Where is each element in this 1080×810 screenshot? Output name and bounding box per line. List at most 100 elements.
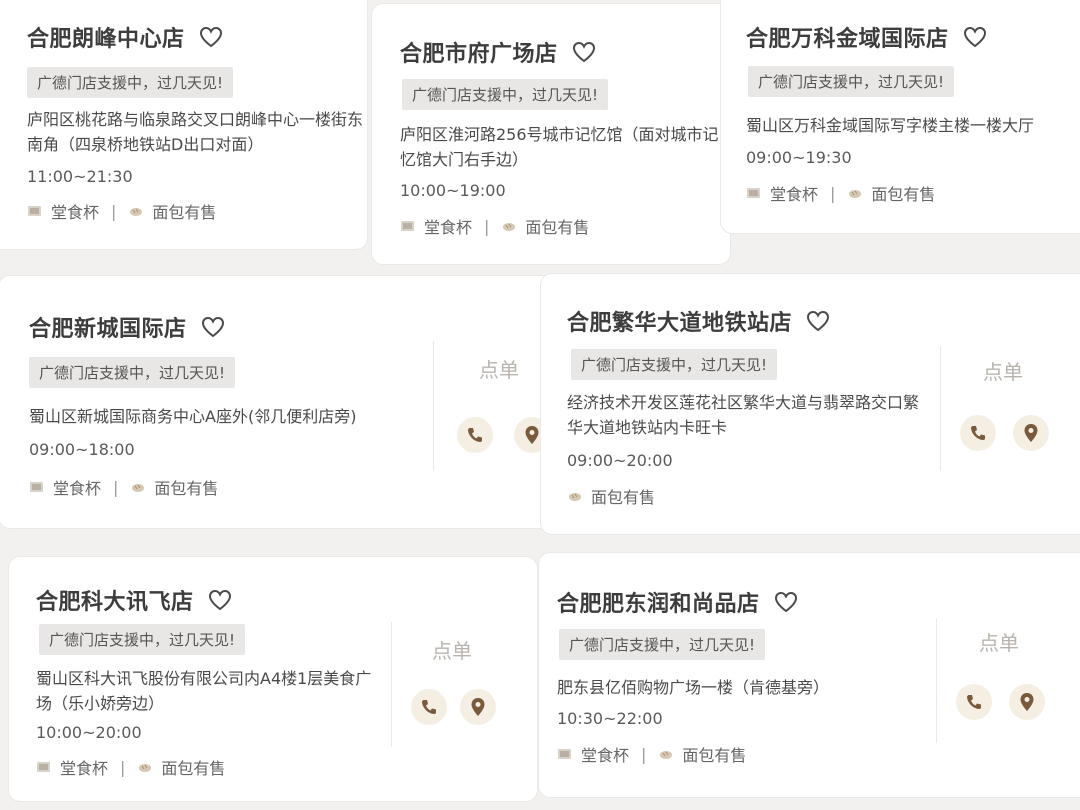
favorite-heart-icon[interactable] — [201, 316, 225, 338]
phone-icon — [422, 700, 436, 714]
store-name: 合肥市府广场店 — [400, 42, 558, 67]
store-address: 经济技术开发区莲花社区繁华大道与翡翠路交口繁华大道地铁站内卡旺卡 — [567, 393, 920, 437]
tag-separator: | — [830, 183, 836, 203]
tag-dine-label: 堂食杯 — [581, 746, 630, 765]
store-card[interactable]: 合肥市府广场店 广德门店支援中，过几天见! 庐阳区淮河路256号城市记忆馆（面对… — [371, 3, 731, 265]
location-pin-icon — [1020, 693, 1034, 711]
bread-icon — [503, 223, 516, 231]
notice-badge: 广德门店支援中，过几天见! — [559, 629, 766, 660]
bread-icon — [569, 493, 581, 501]
phone-icon — [468, 428, 482, 442]
cup-icon — [747, 188, 760, 198]
notice-badge: 广德门店支援中，过几天见! — [748, 66, 955, 97]
tag-bread: 面包有售 — [130, 475, 218, 499]
tag-dine-in: 堂食杯 — [36, 755, 108, 779]
bread-icon — [139, 764, 152, 772]
order-button[interactable]: 点单 — [432, 635, 472, 664]
store-card[interactable]: 合肥万科金域国际店 广德门店支援中，过几天见! 蜀山区万科金域国际写字楼主楼一楼… — [720, 0, 1080, 234]
order-button[interactable]: 点单 — [479, 354, 519, 383]
tag-bread: 面包有售 — [847, 181, 935, 205]
store-name: 合肥肥东润和尚品店 — [557, 592, 760, 617]
store-hours: 09:00~20:00 — [567, 451, 673, 470]
card-divider — [940, 346, 941, 471]
phone-button[interactable] — [457, 417, 493, 453]
store-address: 蜀山区新城国际商务中心A座外(邻几便利店旁) — [29, 407, 357, 426]
favorite-heart-icon[interactable] — [208, 589, 232, 611]
store-name: 合肥科大讯飞店 — [36, 590, 194, 615]
cup-icon — [30, 482, 43, 492]
favorite-heart-icon[interactable] — [572, 41, 596, 63]
order-button[interactable]: 点单 — [979, 627, 1019, 656]
tag-separator: | — [113, 477, 119, 497]
notice-badge: 广德门店支援中，过几天见! — [571, 349, 778, 380]
store-hours: 10:30~22:00 — [557, 709, 663, 728]
location-pin-icon — [525, 426, 539, 444]
store-name: 合肥万科金域国际店 — [746, 27, 949, 52]
cup-icon — [37, 762, 50, 772]
phone-icon — [967, 695, 981, 709]
tag-dine-label: 堂食杯 — [424, 218, 473, 237]
location-button[interactable] — [460, 689, 496, 725]
store-title-row: 合肥市府广场店 — [400, 36, 596, 68]
store-card[interactable]: 合肥朗峰中心店 广德门店支援中，过几天见! 庐阳区桃花路与临泉路交叉口朗峰中心一… — [0, 0, 368, 250]
tag-bread: 面包有售 — [658, 742, 746, 766]
store-tags: 堂食杯 | 面包有售 — [27, 199, 216, 223]
favorite-heart-icon[interactable] — [199, 26, 223, 48]
tag-separator: | — [120, 757, 126, 777]
bread-icon — [849, 190, 862, 198]
tag-dine-label: 堂食杯 — [770, 185, 819, 204]
tag-bread-label: 面包有售 — [682, 746, 747, 765]
favorite-heart-icon[interactable] — [806, 310, 830, 332]
store-card[interactable]: 合肥肥东润和尚品店 广德门店支援中，过几天见! 肥东县亿佰购物广场一楼（肯德基旁… — [538, 552, 1080, 798]
store-tags: 堂食杯 | 面包有售 — [36, 755, 225, 779]
notice-badge: 广德门店支援中，过几天见! — [29, 357, 236, 388]
store-hours: 09:00~19:30 — [746, 148, 852, 167]
notice-badge: 广德门店支援中，过几天见! — [402, 79, 609, 110]
store-card[interactable]: 合肥科大讯飞店 广德门店支援中，过几天见! 蜀山区科大讯飞股份有限公司内A4楼1… — [8, 556, 538, 802]
tag-bread: 面包有售 — [128, 199, 216, 223]
tag-bread: 面包有售 — [501, 214, 589, 238]
cup-icon — [558, 749, 571, 759]
tag-bread-label: 面包有售 — [525, 218, 590, 237]
store-hours: 09:00~18:00 — [29, 440, 135, 459]
cup-icon — [28, 206, 41, 216]
store-hours: 10:00~20:00 — [36, 723, 142, 742]
phone-button[interactable] — [411, 689, 447, 725]
tag-dine-in: 堂食杯 — [29, 475, 101, 499]
store-tags: 面包有售 — [567, 484, 655, 508]
notice-badge: 广德门店支援中，过几天见! — [27, 67, 234, 98]
favorite-heart-icon[interactable] — [963, 26, 987, 48]
tag-bread-label: 面包有售 — [154, 479, 219, 498]
bread-icon — [660, 751, 673, 759]
tag-dine-label: 堂食杯 — [51, 203, 100, 222]
card-divider — [391, 622, 392, 747]
cup-icon — [401, 221, 414, 231]
location-pin-icon — [471, 698, 485, 716]
store-name: 合肥朗峰中心店 — [27, 27, 185, 52]
tag-bread-label: 面包有售 — [591, 488, 656, 507]
store-card[interactable]: 合肥繁华大道地铁站店 广德门店支援中，过几天见! 经济技术开发区莲花社区繁华大道… — [540, 273, 1080, 535]
tag-bread: 面包有售 — [567, 484, 655, 508]
tag-dine-in: 堂食杯 — [746, 181, 818, 205]
favorite-heart-icon[interactable] — [774, 591, 798, 613]
tag-dine-in: 堂食杯 — [27, 199, 99, 223]
store-address: 蜀山区科大讯飞股份有限公司内A4楼1层美食广场（乐小娇旁边） — [36, 669, 372, 713]
tag-bread-label: 面包有售 — [161, 759, 226, 778]
tag-separator: | — [111, 201, 117, 221]
store-hours: 11:00~21:30 — [27, 167, 133, 186]
store-hours: 10:00~19:00 — [400, 181, 506, 200]
phone-button[interactable] — [956, 684, 992, 720]
store-address: 肥东县亿佰购物广场一楼（肯德基旁） — [557, 678, 830, 697]
store-tags: 堂食杯 | 面包有售 — [557, 742, 746, 766]
phone-button[interactable] — [960, 415, 996, 451]
location-button[interactable] — [1013, 415, 1049, 451]
location-button[interactable] — [1009, 684, 1045, 720]
order-button[interactable]: 点单 — [983, 356, 1023, 385]
location-pin-icon — [1024, 424, 1038, 442]
store-title-row: 合肥肥东润和尚品店 — [557, 586, 798, 618]
tag-bread-label: 面包有售 — [152, 203, 217, 222]
tag-bread-label: 面包有售 — [871, 185, 936, 204]
tag-dine-label: 堂食杯 — [53, 479, 102, 498]
store-card[interactable]: 合肥新城国际店 广德门店支援中，过几天见! 蜀山区新城国际商务中心A座外(邻几便… — [0, 275, 560, 529]
store-name: 合肥繁华大道地铁站店 — [567, 311, 793, 336]
